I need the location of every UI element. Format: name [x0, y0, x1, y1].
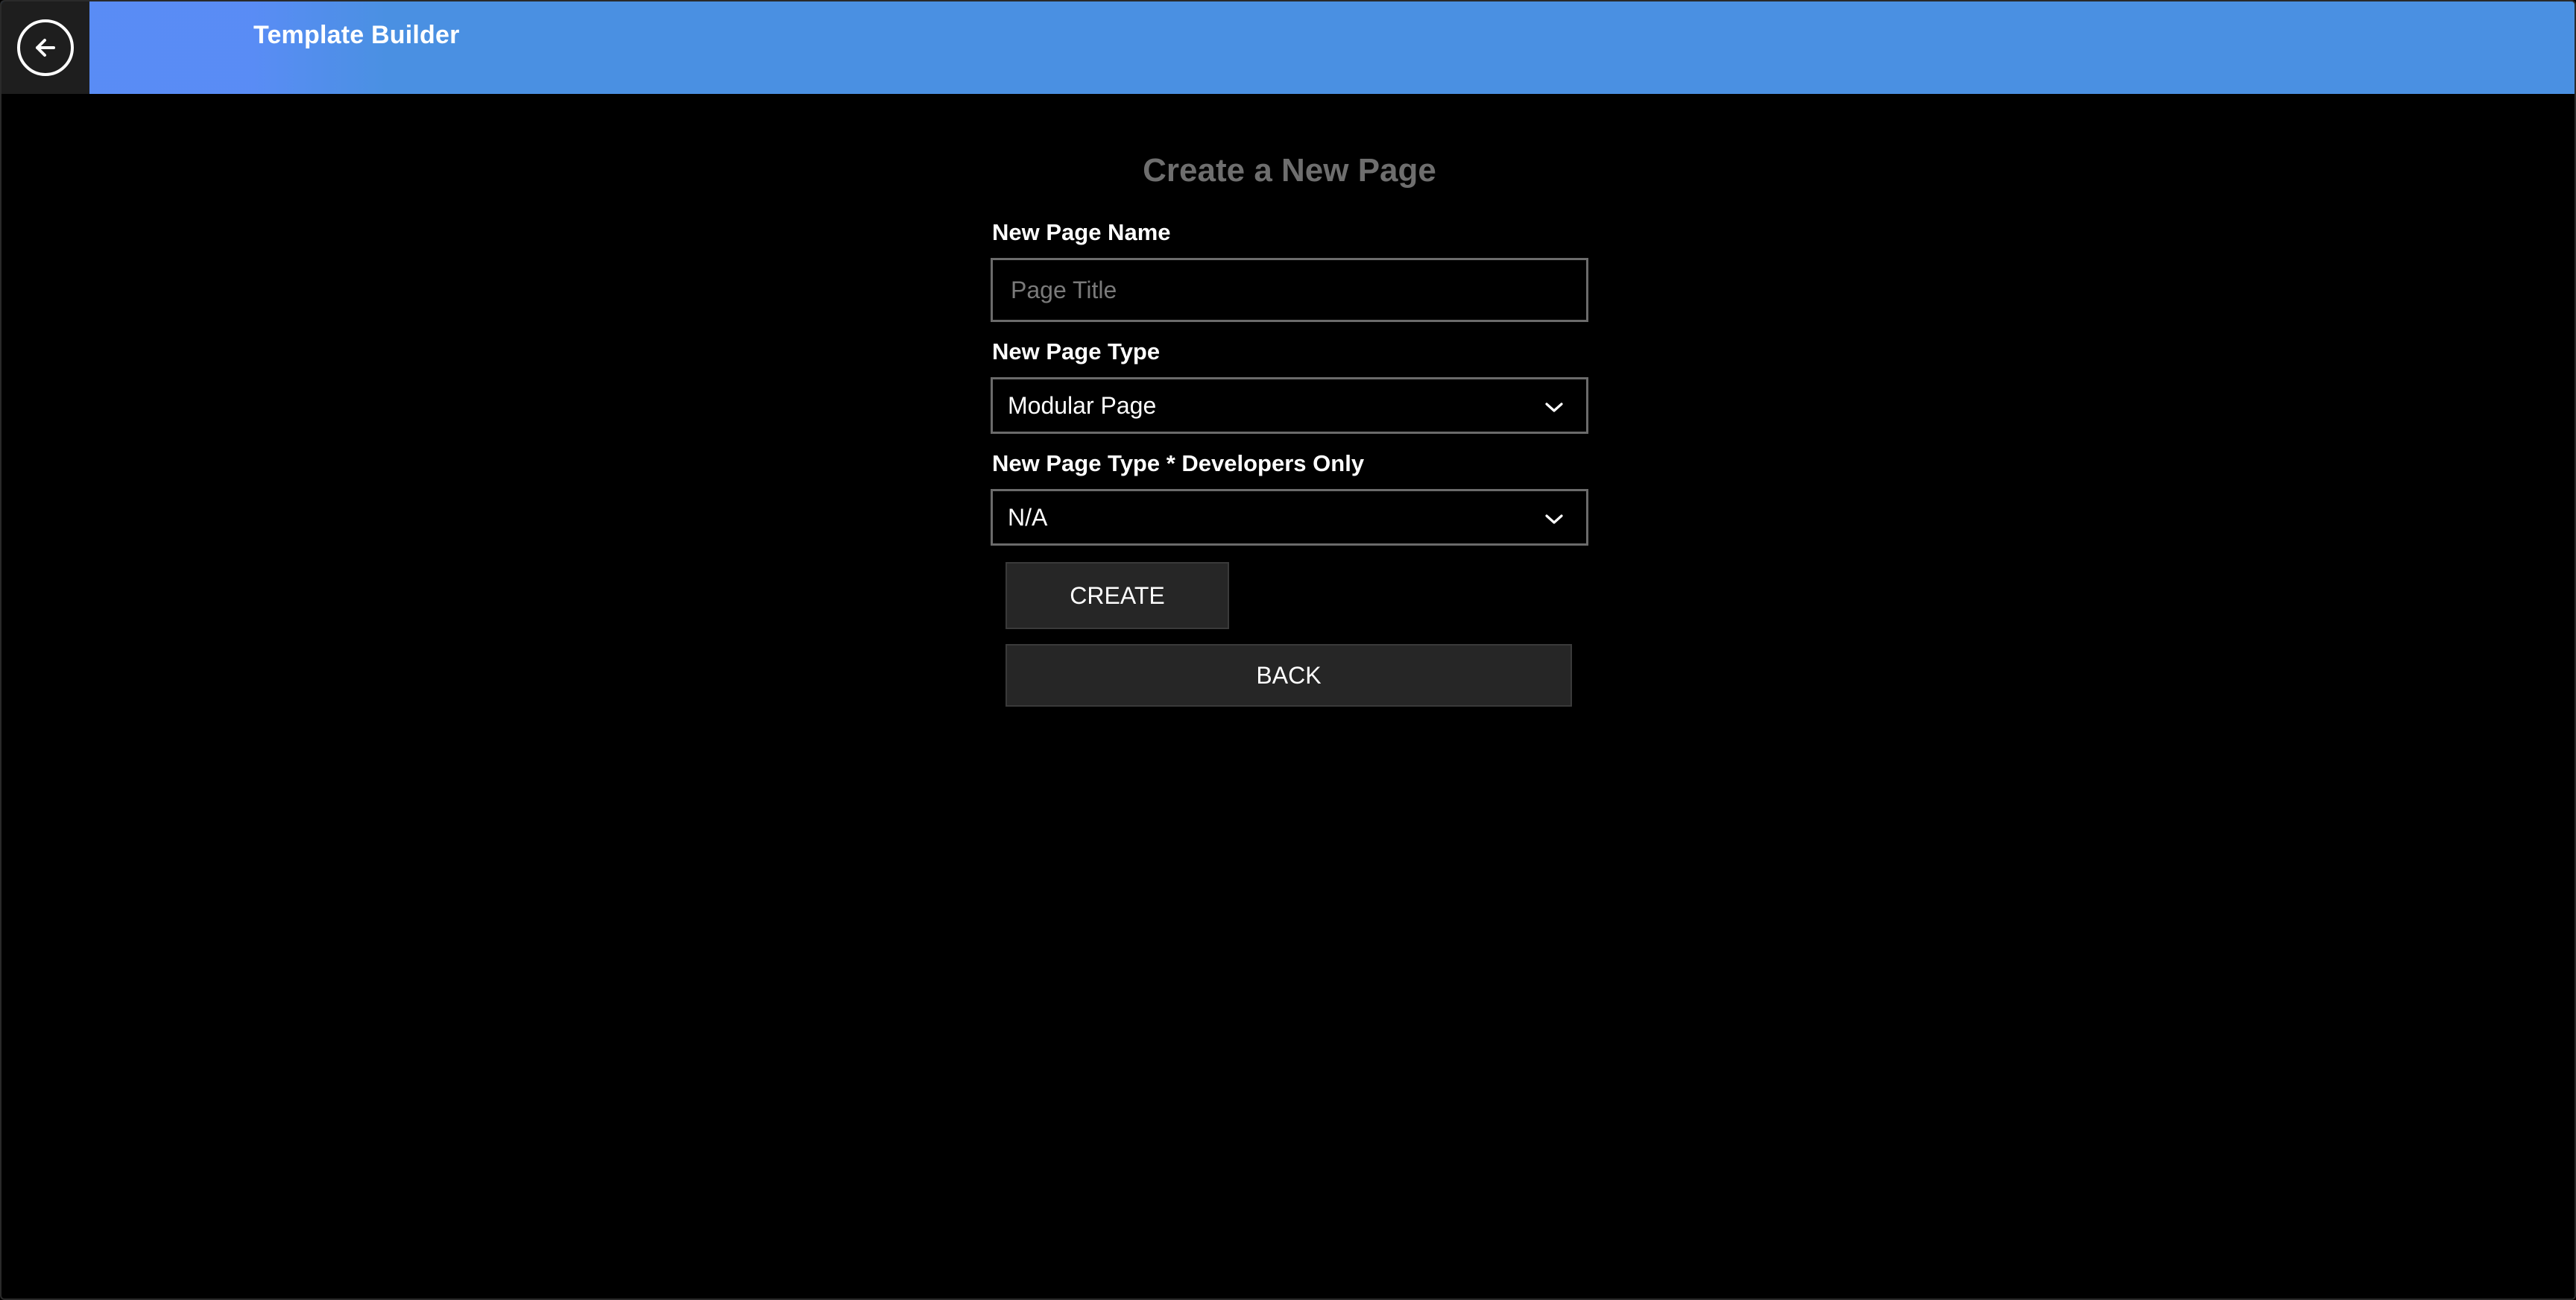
chevron-down-icon [1544, 392, 1564, 420]
create-page-form: Create a New Page New Page Name New Page… [991, 143, 1588, 707]
arrow-left-circle-icon [17, 19, 74, 76]
app-title: Template Builder [253, 21, 460, 49]
dev-page-type-selected: N/A [1008, 503, 1048, 531]
page-type-select[interactable]: Modular Page [991, 377, 1588, 434]
page-name-label: New Page Name [992, 219, 1171, 245]
header-back-button[interactable] [1, 1, 89, 94]
page-name-input[interactable] [991, 258, 1588, 322]
top-app-bar: Template Builder [1, 1, 2575, 94]
page-heading: Create a New Page [1143, 152, 1436, 189]
app-window: Template Builder Create a New Page New P… [0, 0, 2576, 1300]
create-button[interactable]: CREATE [1006, 562, 1229, 629]
dev-page-type-label: New Page Type * Developers Only [992, 450, 1365, 476]
dev-page-type-select[interactable]: N/A [991, 489, 1588, 546]
back-button[interactable]: BACK [1006, 644, 1572, 707]
page-type-label: New Page Type [992, 338, 1161, 365]
chevron-down-icon [1544, 504, 1564, 531]
page-type-selected: Modular Page [1008, 391, 1157, 419]
